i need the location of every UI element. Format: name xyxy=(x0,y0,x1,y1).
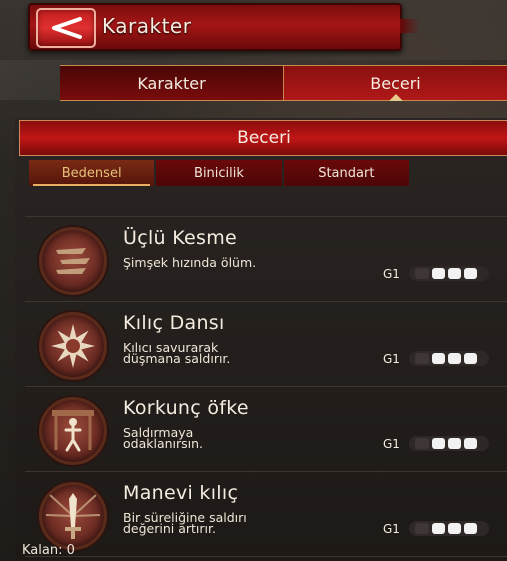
skill-description-line: düşmana saldırır. xyxy=(123,351,231,366)
pip-filled xyxy=(448,438,461,449)
pip-filled xyxy=(464,353,477,364)
skill-description: Kılıcı savurarak düşmana saldırır. xyxy=(123,341,353,366)
remaining-points: Kalan: 0 xyxy=(22,543,75,558)
skill-description: Şimşek hızında ölüm. xyxy=(123,255,353,270)
pip-empty xyxy=(415,353,429,364)
tab-beceri[interactable]: Beceri xyxy=(283,66,507,101)
skill-description: Saldırmaya odaklanırsın. xyxy=(123,426,353,451)
skill-level: G1 xyxy=(383,437,400,451)
page-title: Karakter xyxy=(102,14,192,38)
section-title: Beceri xyxy=(19,120,507,156)
skill-level: G1 xyxy=(383,352,400,366)
pip-filled xyxy=(464,523,477,534)
fury-icon xyxy=(39,397,107,465)
pip-empty xyxy=(415,268,429,279)
skill-description-line: Şimşek hızında ölüm. xyxy=(123,255,257,270)
pip-filled xyxy=(432,438,445,449)
skill-name: Üçlü Kesme xyxy=(123,227,238,249)
active-tab-indicator xyxy=(388,94,403,101)
skill-row-kilic-dansi[interactable]: Kılıç Dansı Kılıcı savurarak düşmana sal… xyxy=(25,302,507,387)
skill-row-uclu-kesme[interactable]: Üçlü Kesme Şimşek hızında ölüm. G1 xyxy=(25,216,507,302)
skill-level: G1 xyxy=(383,267,400,281)
skill-row-manevi-kilic[interactable]: Manevi kılıç Bir süreliğine saldırı değe… xyxy=(25,472,507,557)
triple-slash-icon xyxy=(39,227,107,295)
skill-description: Bir süreliğine saldırı değerini artırır. xyxy=(123,511,353,535)
pip-filled xyxy=(448,523,461,534)
back-arrow-icon xyxy=(52,17,82,39)
tab-karakter[interactable]: Karakter xyxy=(60,66,283,100)
skill-panel: Beceri Bedensel Binicilik Standart Üçlü … xyxy=(15,118,507,561)
skill-list: Üçlü Kesme Şimşek hızında ölüm. G1 Kılıç… xyxy=(25,216,507,557)
pip-empty xyxy=(415,438,429,449)
skill-name: Korkunç öfke xyxy=(123,397,249,419)
pip-filled xyxy=(464,438,477,449)
pip-filled xyxy=(432,523,445,534)
skill-progress-pips xyxy=(409,436,489,451)
skill-row-korkunc-ofke[interactable]: Korkunç öfke Saldırmaya odaklanırsın. G1 xyxy=(25,387,507,472)
pip-filled xyxy=(448,268,461,279)
skill-progress-pips xyxy=(409,351,489,366)
pip-filled xyxy=(448,353,461,364)
spirit-sword-icon xyxy=(39,482,107,550)
pip-empty xyxy=(415,523,429,534)
skill-screen: Karakter Karakter Beceri Beceri Bedensel… xyxy=(0,0,507,561)
skill-description-line: odaklanırsın. xyxy=(123,436,204,451)
subtab-binicilik[interactable]: Binicilik xyxy=(156,160,282,186)
header-bar: Karakter xyxy=(28,3,420,51)
tab-label: Karakter xyxy=(137,73,206,93)
pip-filled xyxy=(432,353,445,364)
skill-level: G1 xyxy=(383,522,400,536)
top-tabs: Karakter Beceri xyxy=(60,65,507,101)
subtab-standart[interactable]: Standart xyxy=(283,160,409,186)
skill-name: Manevi kılıç xyxy=(123,482,239,504)
sub-tabs: Bedensel Binicilik Standart xyxy=(29,160,409,186)
skill-progress-pips xyxy=(409,266,489,281)
skill-progress-pips xyxy=(409,521,489,536)
sword-dance-icon xyxy=(39,312,107,380)
tab-label: Beceri xyxy=(370,73,421,93)
pip-filled xyxy=(432,268,445,279)
subtab-bedensel[interactable]: Bedensel xyxy=(29,160,155,186)
back-button[interactable] xyxy=(36,8,96,48)
pip-filled xyxy=(464,268,477,279)
skill-name: Kılıç Dansı xyxy=(123,312,225,334)
